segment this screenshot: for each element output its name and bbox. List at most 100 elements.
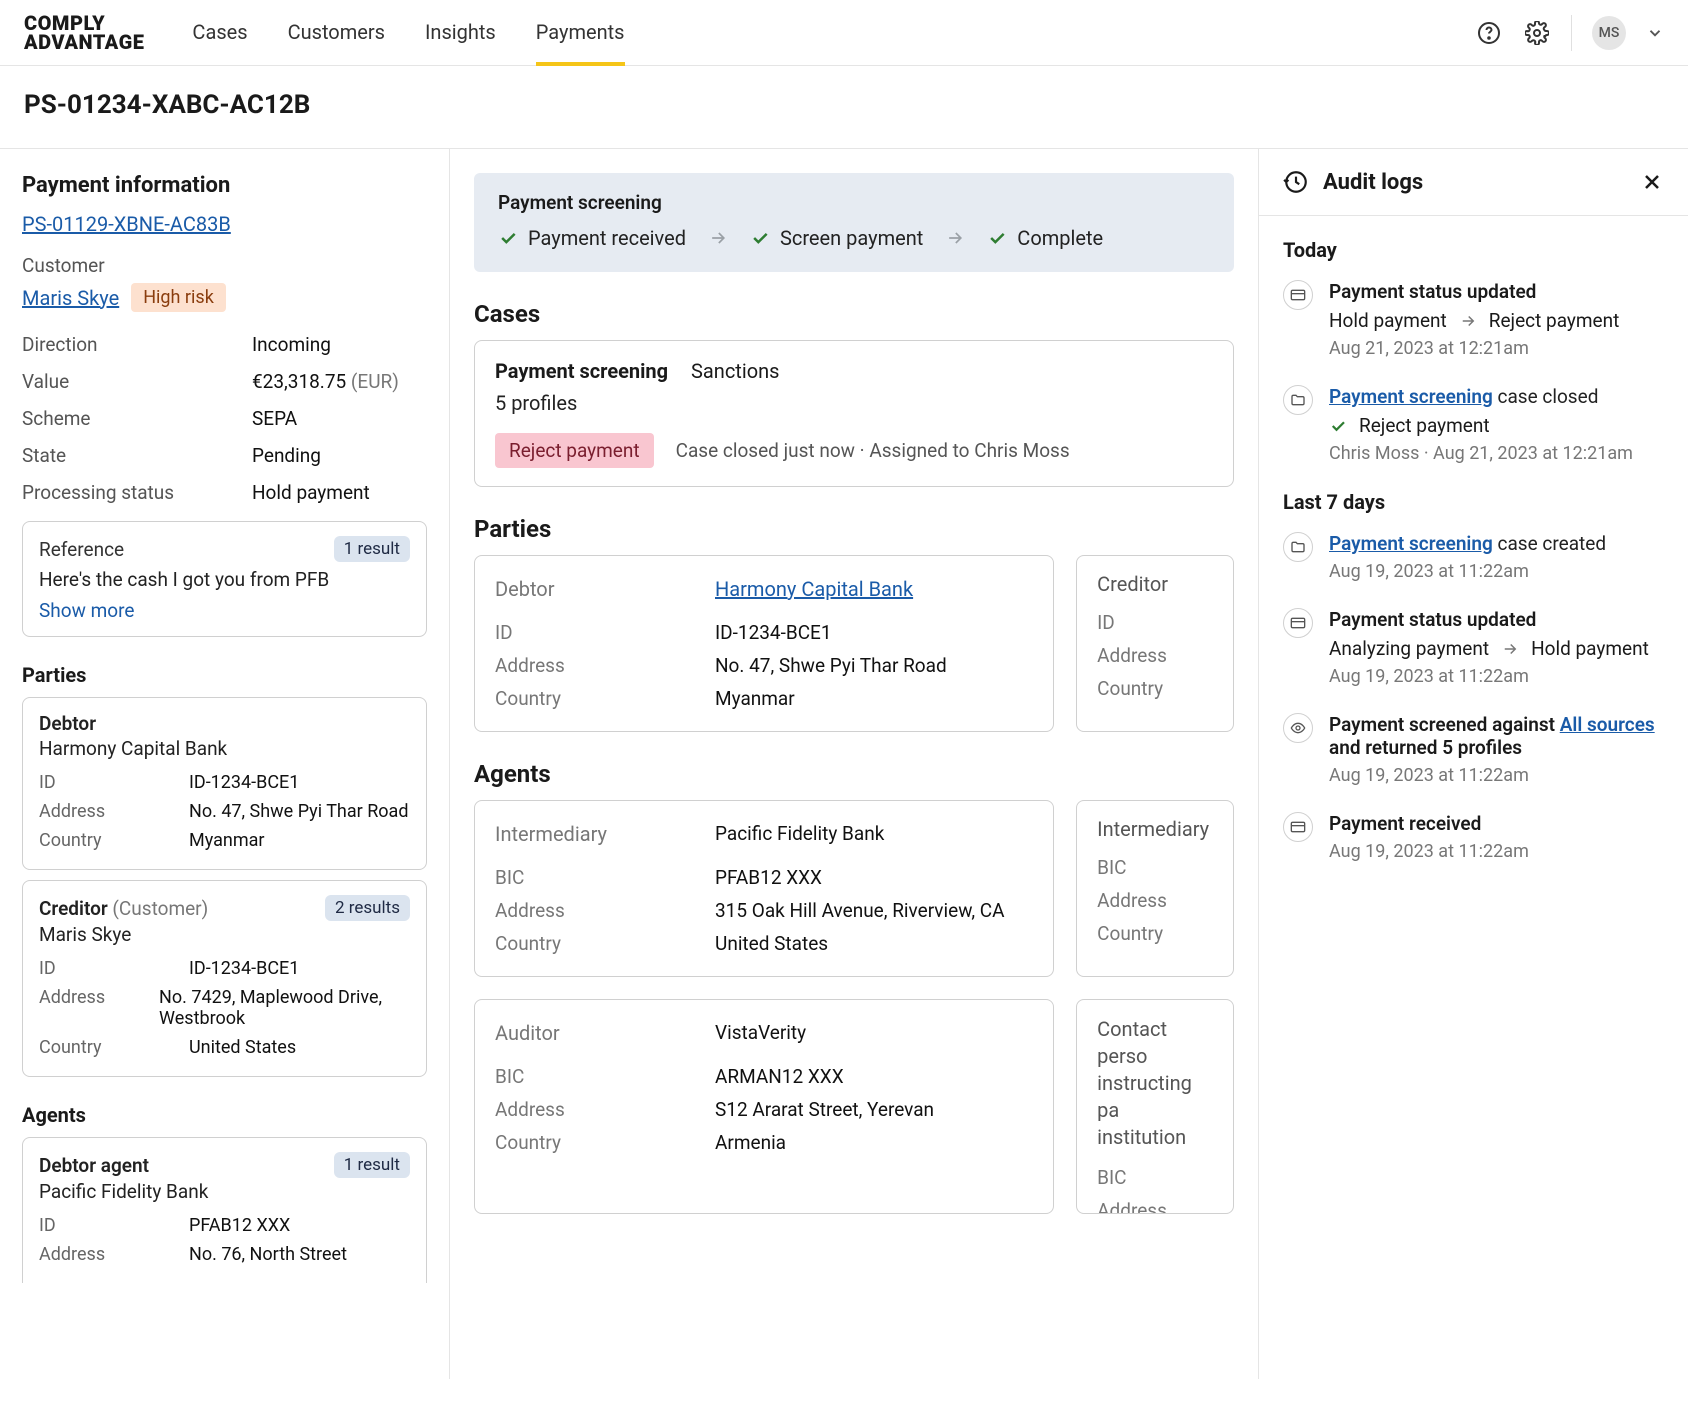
check-icon	[1329, 417, 1347, 435]
agent-int2-role: Intermediary	[1097, 817, 1213, 841]
agent-intermediary-card-2[interactable]: Intermediary BIC Address Country	[1076, 800, 1234, 977]
lpd-id-k: ID	[39, 772, 189, 793]
left-party-debtor-name: Harmony Capital Bank	[39, 737, 410, 760]
step-complete: Complete	[987, 226, 1103, 250]
audit-rest: case created	[1498, 532, 1607, 555]
audit-link[interactable]: Payment screening	[1329, 385, 1493, 408]
pi-k-value: Value	[22, 370, 252, 393]
audit-pre: Payment screened against	[1329, 713, 1560, 736]
agent-contact-addr: Address	[1097, 1194, 1213, 1214]
arrow-right-icon	[1459, 312, 1477, 330]
layout: Payment information PS-01129-XBNE-AC83B …	[0, 149, 1688, 1379]
gear-icon[interactable]	[1523, 19, 1551, 47]
payment-info-table: DirectionIncoming Value€23,318.75 (EUR) …	[22, 326, 427, 511]
agent-int-bic-v: PFAB12 XXX	[715, 866, 822, 889]
tab-customers[interactable]: Customers	[288, 0, 385, 66]
agent-contact-role: Contact perso instructing pa institution	[1097, 1016, 1213, 1151]
parties-heading: Parties	[474, 515, 1234, 543]
case-title: Payment screening	[495, 359, 668, 383]
audit-item: Payment screening case created Aug 19, 2…	[1283, 532, 1664, 582]
pi-k-scheme: Scheme	[22, 407, 252, 430]
audit-link[interactable]: Payment screening	[1329, 532, 1493, 555]
show-more-link[interactable]: Show more	[39, 599, 410, 622]
debtor-name-link[interactable]: Harmony Capital Bank	[715, 577, 913, 611]
party-creditor-card[interactable]: Creditor ID Address Country	[1076, 555, 1234, 732]
audit-ts: Aug 19, 2023 at 11:22am	[1329, 666, 1649, 687]
step-received: Payment received	[498, 226, 686, 250]
audit-rest: case closed	[1498, 385, 1599, 408]
left-party-debtor[interactable]: Debtor Harmony Capital Bank IDID-1234-BC…	[22, 697, 427, 870]
agent-contact-bic: BIC	[1097, 1161, 1213, 1194]
pi-k-procstatus: Processing status	[22, 481, 252, 504]
creditor-role: Creditor	[1097, 572, 1213, 596]
agent-int-name: Pacific Fidelity Bank	[715, 822, 884, 856]
help-icon[interactable]	[1475, 19, 1503, 47]
audit-ts: Aug 19, 2023 at 11:22am	[1329, 765, 1664, 786]
nav-tabs: Cases Customers Insights Payments	[192, 0, 624, 66]
close-icon[interactable]	[1640, 170, 1664, 194]
page-title: PS-01234-XABC-AC12B	[24, 90, 1664, 120]
agent-int-country-v: United States	[715, 932, 828, 955]
step-received-label: Payment received	[528, 226, 686, 250]
lpc-country-k: Country	[39, 1037, 189, 1058]
agent-contact-card[interactable]: Contact perso instructing pa institution…	[1076, 999, 1234, 1214]
agent-aud-name: VistaVerity	[715, 1021, 806, 1055]
lpc-addr-k: Address	[39, 987, 159, 1029]
audit-link[interactable]: All sources	[1560, 713, 1655, 736]
customer-name-link[interactable]: Maris Skye	[22, 286, 119, 310]
agent-int-addr-k: Address	[495, 899, 715, 922]
audit-item: Payment screened against All sources and…	[1283, 713, 1664, 786]
audit-item: Payment received Aug 19, 2023 at 11:22am	[1283, 812, 1664, 862]
reference-result-pill: 1 result	[334, 536, 410, 562]
payment-ref-link[interactable]: PS-01129-XBNE-AC83B	[22, 212, 427, 236]
agent-aud-addr-v: S12 Ararat Street, Yerevan	[715, 1098, 934, 1121]
agent-intermediary-card[interactable]: IntermediaryPacific Fidelity Bank BICPFA…	[474, 800, 1054, 977]
audit-check-text: Reject payment	[1359, 414, 1490, 437]
audit-to: Hold payment	[1531, 637, 1649, 660]
tab-insights[interactable]: Insights	[425, 0, 496, 66]
lpd-addr-v: No. 47, Shwe Pyi Thar Road	[189, 801, 409, 822]
customer-label: Customer	[22, 254, 427, 277]
audit-post: and returned 5 profiles	[1329, 736, 1522, 759]
avatar[interactable]: MS	[1592, 16, 1626, 50]
card-icon	[1283, 812, 1313, 842]
folder-icon	[1283, 385, 1313, 415]
audit-title: Payment received	[1329, 812, 1529, 835]
left-agent-debtor[interactable]: Debtor agent 1 result Pacific Fidelity B…	[22, 1137, 427, 1283]
cases-heading: Cases	[474, 300, 1234, 328]
top-nav: COMPLY ADVANTAGE Cases Customers Insight…	[0, 0, 1688, 66]
pi-k-direction: Direction	[22, 333, 252, 356]
agent-int2-addr: Address	[1097, 884, 1213, 917]
agents-heading: Agents	[474, 760, 1234, 788]
case-status-pill: Reject payment	[495, 433, 654, 468]
reference-text: Here's the cash I got you from PFB	[39, 568, 410, 591]
left-party-debtor-role: Debtor	[39, 712, 96, 735]
lpc-id-v: ID-1234-BCE1	[189, 958, 299, 979]
lpd-id-v: ID-1234-BCE1	[189, 772, 299, 793]
agent-int-country-k: Country	[495, 932, 715, 955]
divider	[1571, 15, 1572, 51]
left-agents-heading: Agents	[22, 1103, 427, 1127]
case-card[interactable]: Payment screening Sanctions 5 profiles R…	[474, 340, 1234, 487]
left-panel: Payment information PS-01129-XBNE-AC83B …	[0, 149, 450, 1379]
debtor-addr-k: Address	[495, 654, 715, 677]
left-party-creditor[interactable]: Creditor (Customer) 2 results Maris Skye…	[22, 880, 427, 1077]
agent-int-role: Intermediary	[495, 822, 715, 846]
audit-panel: Audit logs Today Payment status updated …	[1258, 149, 1688, 1379]
agent-aud-country-k: Country	[495, 1131, 715, 1154]
tab-cases[interactable]: Cases	[192, 0, 247, 66]
agent-auditor-card[interactable]: AuditorVistaVerity BICARMAN12 XXX Addres…	[474, 999, 1054, 1214]
tab-payments[interactable]: Payments	[536, 0, 625, 66]
agent-aud-country-v: Armenia	[715, 1131, 786, 1154]
chevron-down-icon[interactable]	[1646, 24, 1664, 42]
left-agent-pill: 1 result	[334, 1152, 410, 1178]
party-debtor-card[interactable]: DebtorHarmony Capital Bank IDID-1234-BCE…	[474, 555, 1054, 732]
page-title-bar: PS-01234-XABC-AC12B	[0, 66, 1688, 149]
check-icon	[987, 228, 1007, 248]
top-nav-right: MS	[1475, 15, 1664, 51]
debtor-id-v: ID-1234-BCE1	[715, 621, 832, 644]
step-complete-label: Complete	[1017, 226, 1103, 250]
debtor-addr-v: No. 47, Shwe Pyi Thar Road	[715, 654, 947, 677]
eye-icon	[1283, 713, 1313, 743]
reference-card: Reference 1 result Here's the cash I got…	[22, 521, 427, 637]
